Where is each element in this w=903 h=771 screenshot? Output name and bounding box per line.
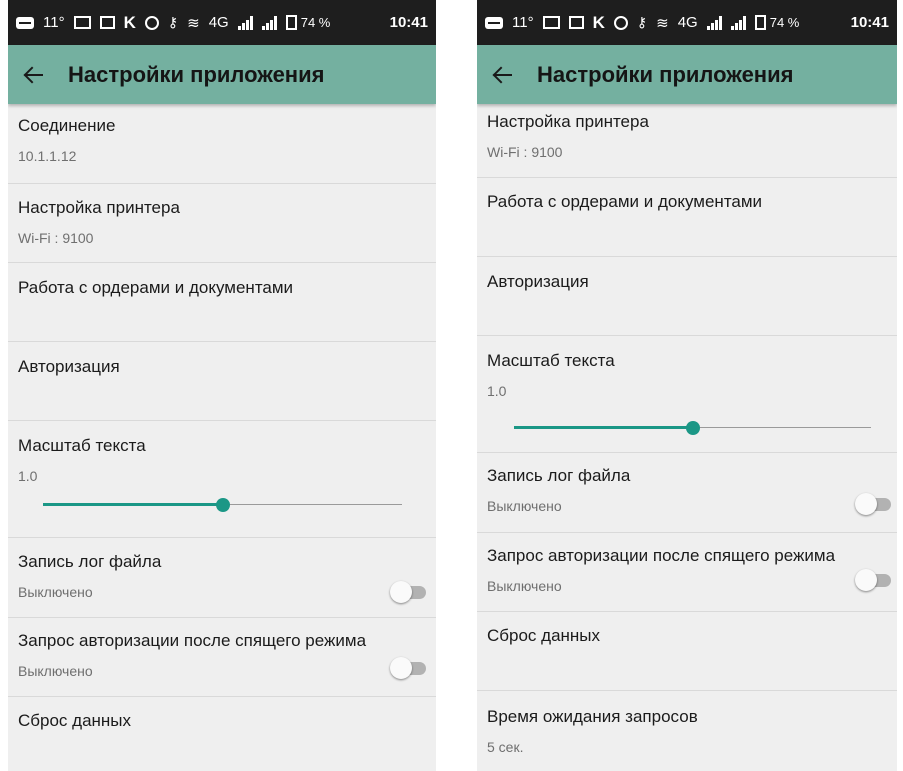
setting-title: Запрос авторизации после спящего режима [487,546,836,565]
setting-summary: Выключено [487,578,562,594]
setting-connection[interactable]: Соединение 10.1.1.12 [8,104,436,184]
log-file-toggle[interactable] [390,581,426,603]
image-icon [568,16,584,29]
text-scale-slider[interactable] [514,420,871,436]
setting-auth-sleep[interactable]: Запрос авторизации после спящего режима … [477,533,897,612]
setting-title: Время ожидания запросов [487,707,698,726]
app-toolbar: Настройки приложения [477,45,897,104]
message-icon [485,16,503,29]
setting-auth[interactable]: Авторизация [8,342,436,421]
status-bar: 11° K ⚷ ≋ 4G 74 % 10:41 [8,0,436,45]
settings-screen-left: 11° K ⚷ ≋ 4G 74 % 10:41 Настройки прилож… [8,0,436,771]
signal-icon [706,15,722,30]
settings-screen-right: 11° K ⚷ ≋ 4G 74 % 10:41 Настройки прилож… [477,0,897,771]
setting-log-file[interactable]: Запись лог файла Выключено [8,538,436,618]
toggle-thumb [855,569,877,591]
wifi-icon: ≋ [656,14,669,32]
image-icon [99,16,115,29]
mail-icon [73,16,91,29]
toggle-thumb [390,581,412,603]
wifi-icon: ≋ [187,14,200,32]
setting-title: Соединение [18,116,116,135]
battery-icon [754,15,766,30]
arrow-left-icon[interactable] [22,63,46,87]
setting-orders[interactable]: Работа с ордерами и документами [8,263,436,342]
temperature: 11° [43,14,65,31]
setting-title: Работа с ордерами и документами [18,278,294,297]
signal-icon [237,15,253,30]
setting-title: Работа с ордерами и документами [487,192,763,211]
signal-2-icon [261,15,277,30]
app-toolbar: Настройки приложения [8,45,436,104]
setting-reset[interactable]: Сброс данных [477,612,897,691]
slider-fill [43,503,223,506]
status-bar: 11° K ⚷ ≋ 4G 74 % 10:41 [477,0,897,45]
setting-reset[interactable]: Сброс данных [8,697,436,771]
setting-printer[interactable]: Настройка принтера Wi-Fi : 9100 [477,104,897,178]
setting-orders[interactable]: Работа с ордерами и документами [477,178,897,257]
toggle-thumb [390,657,412,679]
battery-percent: 74 % [769,15,800,30]
setting-summary: 10.1.1.12 [18,148,77,164]
mail-icon [542,16,560,29]
setting-summary: 1.0 [487,383,507,399]
setting-text-scale: Масштаб текста 1.0 [477,336,897,453]
setting-title: Запрос авторизации после спящего режима [18,631,367,650]
auth-sleep-toggle[interactable] [390,657,426,679]
page-title: Настройки приложения [537,61,794,87]
setting-title: Запись лог файла [487,466,631,485]
log-file-toggle[interactable] [855,493,891,515]
slider-thumb[interactable] [685,421,700,435]
setting-title: Масштаб текста [18,436,146,455]
network-type: 4G [677,14,698,31]
setting-log-file[interactable]: Запись лог файла Выключено [477,453,897,533]
setting-summary: 1.0 [18,468,38,484]
auth-sleep-toggle[interactable] [855,569,891,591]
temperature: 11° [512,14,534,31]
toggle-thumb [855,493,877,515]
vpn-key-icon: ⚷ [167,14,179,30]
text-scale-slider[interactable] [43,497,402,513]
k-icon: K [123,12,136,32]
clock: 10:41 [389,14,428,31]
setting-title: Сброс данных [487,626,601,645]
slider-fill [514,426,693,429]
setting-summary: Wi-Fi : 9100 [487,144,563,160]
settings-list: Настройка принтера Wi-Fi : 9100 Работа с… [477,104,897,771]
setting-printer[interactable]: Настройка принтера Wi-Fi : 9100 [8,184,436,263]
settings-list: Соединение 10.1.1.12 Настройка принтера … [8,104,436,771]
setting-summary: Выключено [18,663,93,679]
message-icon [16,16,34,29]
signal-2-icon [730,15,746,30]
setting-title: Запись лог файла [18,552,162,571]
setting-title: Настройка принтера [487,112,649,131]
k-icon: K [592,12,605,32]
setting-summary: Выключено [18,584,93,600]
setting-summary: 5 сек. [487,739,524,755]
setting-title: Настройка принтера [18,198,180,217]
setting-timeout[interactable]: Время ожидания запросов 5 сек. [477,691,897,771]
setting-text-scale: Масштаб текста 1.0 [8,421,436,538]
setting-title: Масштаб текста [487,351,615,370]
setting-title: Авторизация [487,272,589,291]
alarm-icon [144,15,159,30]
battery-icon [285,15,297,30]
page-title: Настройки приложения [68,61,325,87]
setting-summary: Выключено [487,498,562,514]
setting-title: Сброс данных [18,711,132,730]
alarm-icon [613,15,628,30]
setting-auth[interactable]: Авторизация [477,257,897,336]
setting-summary: Wi-Fi : 9100 [18,230,94,246]
clock: 10:41 [850,14,889,31]
slider-thumb[interactable] [215,498,230,512]
setting-auth-sleep[interactable]: Запрос авторизации после спящего режима … [8,618,436,697]
battery-percent: 74 % [300,15,331,30]
arrow-left-icon[interactable] [491,63,515,87]
network-type: 4G [208,14,229,31]
vpn-key-icon: ⚷ [636,14,648,30]
setting-title: Авторизация [18,357,120,376]
